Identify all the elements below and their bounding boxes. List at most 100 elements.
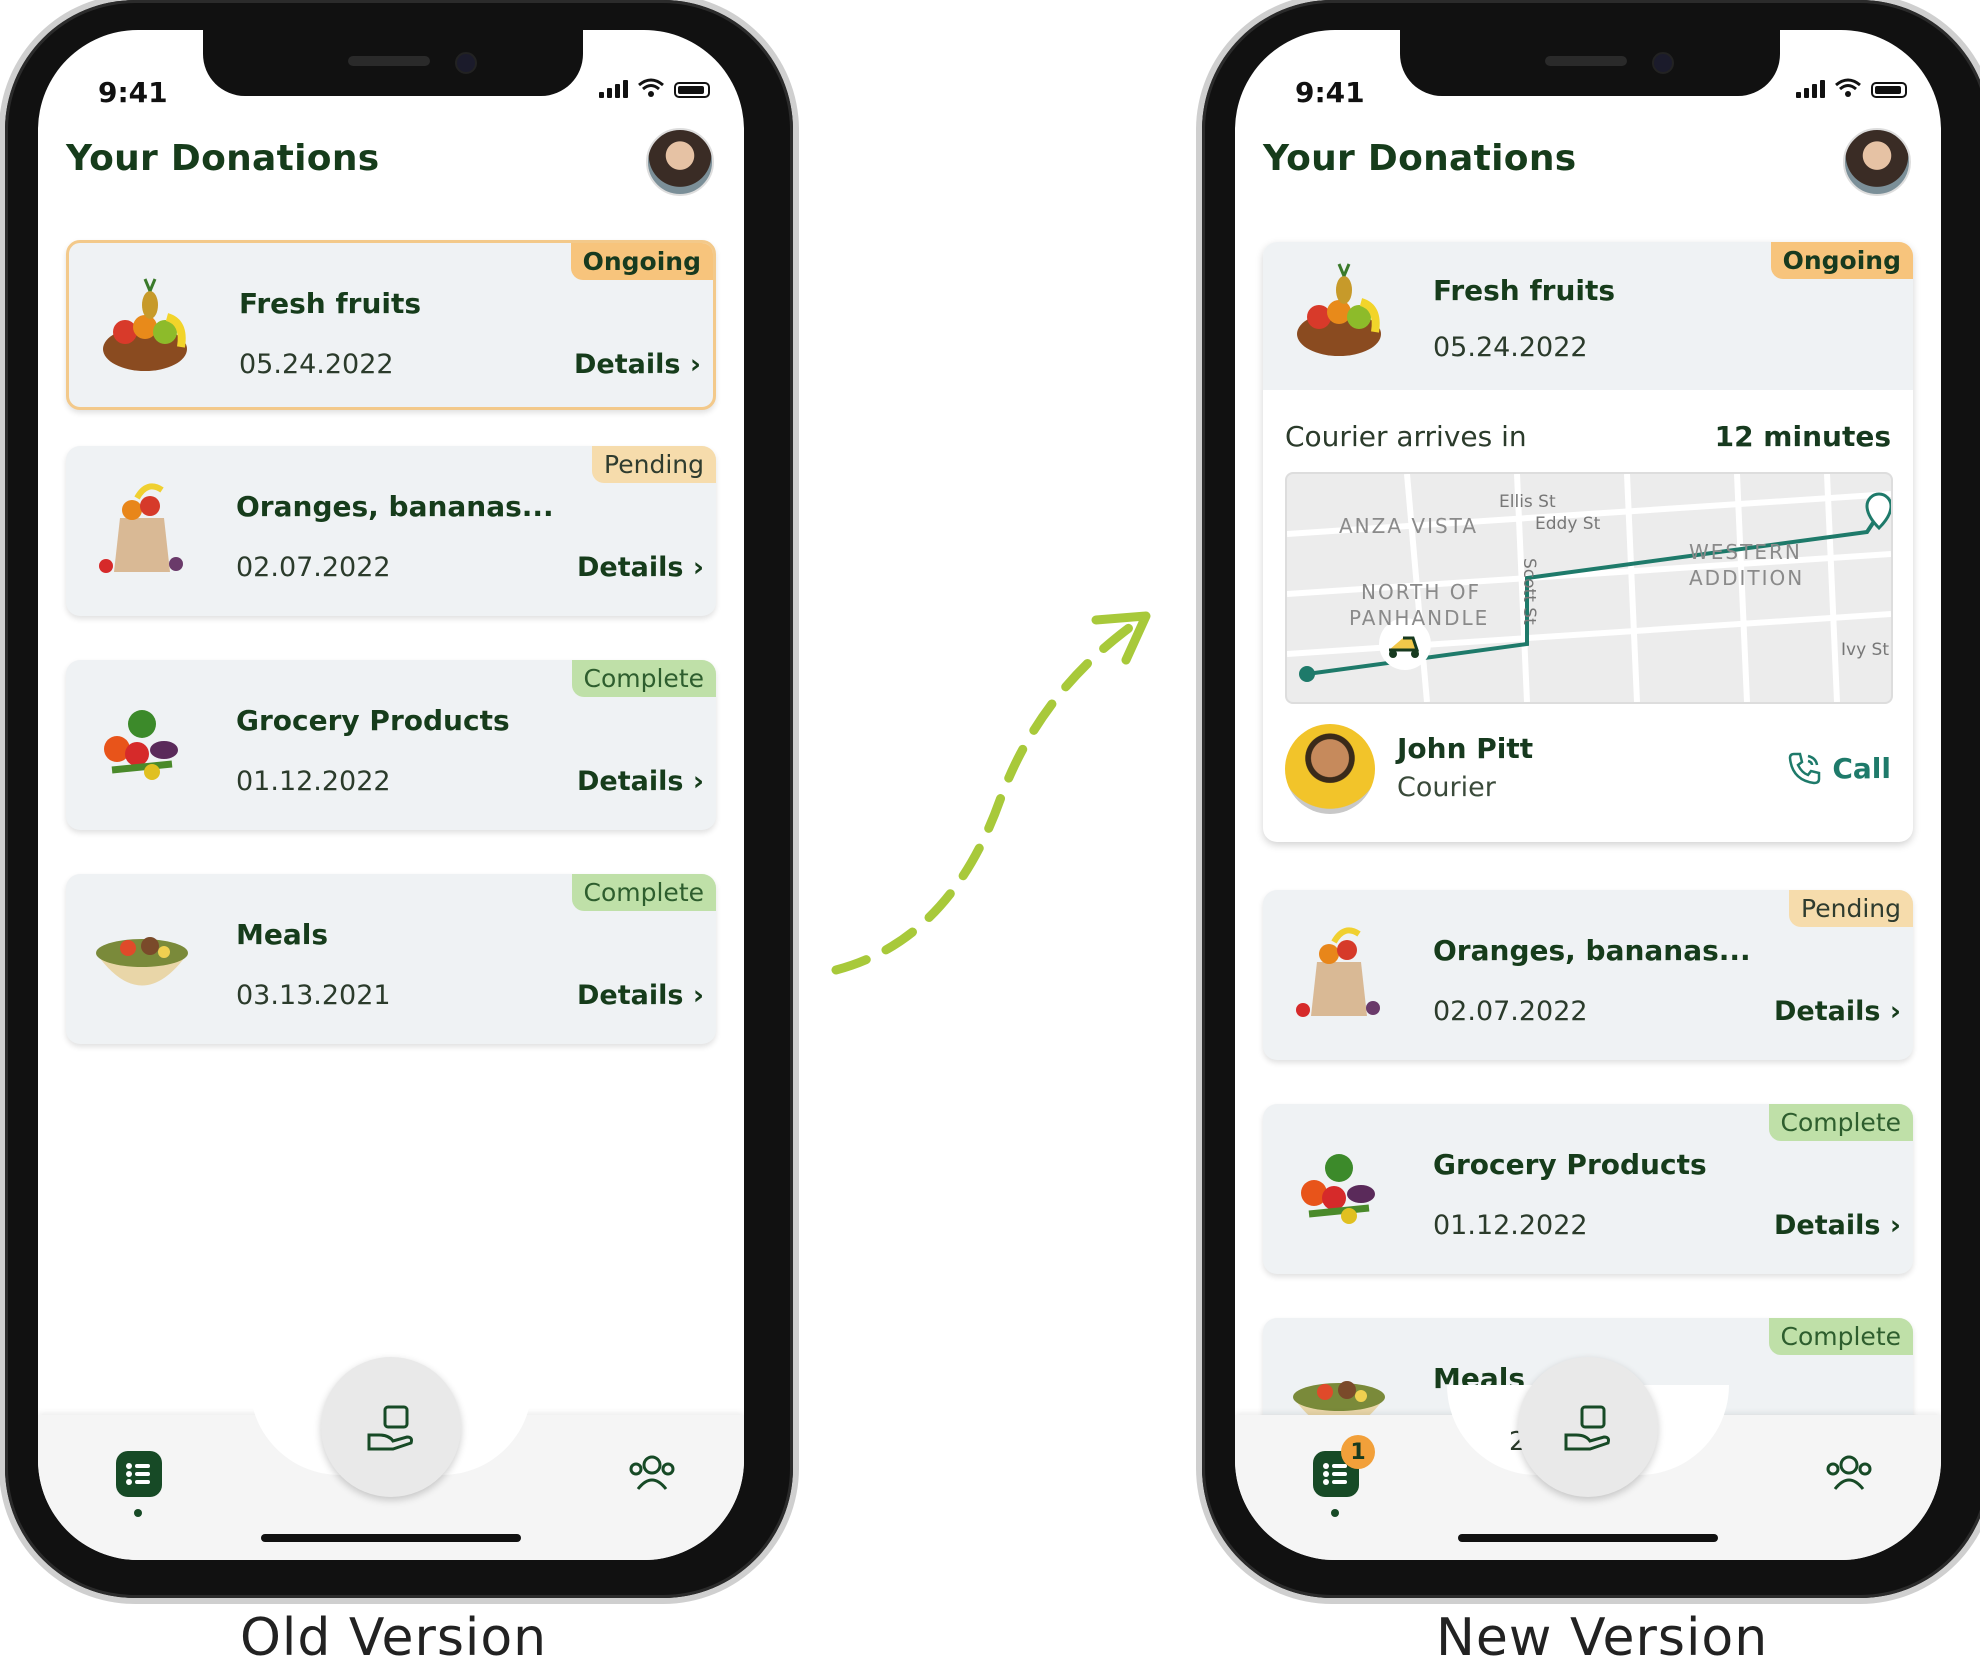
community-icon[interactable]	[626, 1449, 678, 1495]
wifi-icon	[1835, 78, 1861, 97]
status-badge: Complete	[1768, 1104, 1913, 1141]
details-label: Details	[577, 552, 684, 583]
map-label: Ivy St	[1841, 640, 1889, 660]
donate-button[interactable]	[321, 1357, 461, 1497]
details-link[interactable]: Details ›	[1774, 996, 1901, 1027]
transition-arrow	[831, 611, 1151, 975]
fruit-basket-image	[103, 278, 187, 371]
details-link[interactable]: Details ›	[1774, 1210, 1901, 1241]
courier-avatar	[1285, 724, 1375, 814]
screen-new: 9:41 Your Donations Ongoing Fresh fruits…	[1235, 30, 1941, 1560]
card-title: Meals	[236, 918, 329, 951]
card-title: Grocery Products	[236, 704, 510, 737]
map-label: Scott St	[1519, 558, 1539, 625]
details-label: Details	[1774, 1210, 1881, 1241]
chevron-right-icon: ›	[692, 766, 704, 797]
donations-tab[interactable]	[116, 1451, 162, 1517]
donation-card[interactable]: Pending Oranges, bananas... 02.07.2022 D…	[66, 446, 716, 616]
wifi-icon	[638, 78, 664, 97]
active-tab-dot	[134, 1509, 142, 1517]
details-link[interactable]: Details ›	[577, 552, 704, 583]
status-time: 9:41	[1295, 76, 1365, 109]
community-icon[interactable]	[1823, 1449, 1875, 1495]
map-label: PANHANDLE	[1349, 606, 1490, 630]
call-label: Call	[1832, 751, 1891, 785]
courier-role: Courier	[1397, 772, 1496, 803]
map-label: ANZA VISTA	[1339, 514, 1479, 538]
card-title: Fresh fruits	[239, 287, 422, 320]
screen-old: 9:41 Your Donations Ongoing Fresh fruits…	[38, 30, 744, 1560]
details-label: Details	[577, 766, 684, 797]
list-icon	[126, 1463, 150, 1485]
battery-icon	[1871, 82, 1907, 98]
phone-icon	[1789, 752, 1821, 785]
donation-card[interactable]: Ongoing Fresh fruits 05.24.2022 Details …	[66, 240, 716, 410]
card-date: 03.13.2021	[236, 980, 391, 1011]
new-version-label: New Version	[1436, 1608, 1769, 1668]
status-icons	[1796, 78, 1907, 98]
details-label: Details	[577, 980, 684, 1011]
card-date: 01.12.2022	[236, 766, 391, 797]
details-label: Details	[1774, 996, 1881, 1027]
donation-card[interactable]: Complete Grocery Products 01.12.2022 Det…	[1263, 1104, 1913, 1274]
ongoing-donation-card[interactable]: Ongoing Fresh fruits 05.24.2022 Courier …	[1263, 242, 1913, 842]
details-link[interactable]: Details ›	[577, 766, 704, 797]
notification-badge: 1	[1341, 1435, 1375, 1469]
map-label: WESTERN	[1689, 540, 1802, 564]
donate-button[interactable]	[1518, 1357, 1658, 1497]
profile-avatar[interactable]	[1843, 128, 1911, 196]
card-date: 01.12.2022	[1433, 1210, 1588, 1241]
details-label: Details	[574, 349, 681, 380]
call-button[interactable]: Call	[1786, 750, 1891, 786]
chevron-right-icon: ›	[692, 552, 704, 583]
tab-bar: 2 1	[1235, 1357, 1941, 1560]
meal-bowl-image	[96, 937, 188, 986]
courier-arrives-label: Courier arrives in	[1285, 420, 1527, 453]
card-title: Grocery Products	[1433, 1148, 1707, 1181]
eta-value: 12 minutes	[1714, 420, 1891, 453]
card-title: Oranges, bananas...	[1433, 934, 1751, 967]
card-title: Fresh fruits	[1433, 274, 1616, 307]
notch	[1400, 30, 1780, 96]
status-badge: Ongoing	[1770, 242, 1913, 279]
battery-icon	[674, 82, 710, 98]
donation-card[interactable]: Complete Grocery Products 01.12.2022 Det…	[66, 660, 716, 830]
active-tab-dot	[1331, 1509, 1339, 1517]
phone-new: 9:41 Your Donations Ongoing Fresh fruits…	[1202, 0, 1980, 1598]
chevron-right-icon: ›	[689, 349, 701, 380]
status-badge: Pending	[592, 446, 716, 483]
details-link[interactable]: Details ›	[574, 349, 701, 380]
home-indicator	[1458, 1534, 1718, 1542]
vegetables-image	[104, 710, 178, 780]
status-icons	[599, 78, 710, 98]
card-date: 02.07.2022	[1433, 996, 1588, 1027]
page-title: Your Donations	[1263, 138, 1577, 179]
courier-map[interactable]: ANZA VISTA Ellis St Eddy St WESTERN ADDI…	[1285, 472, 1893, 704]
card-date: 02.07.2022	[236, 552, 391, 583]
card-date: 05.24.2022	[1433, 332, 1588, 363]
vegetables-image	[1301, 1154, 1375, 1224]
status-time: 9:41	[98, 76, 168, 109]
details-link[interactable]: Details ›	[577, 980, 704, 1011]
notch	[203, 30, 583, 96]
donation-card[interactable]: Complete Meals 03.13.2021 Details ›	[66, 874, 716, 1044]
signal-icon	[1796, 80, 1825, 98]
home-indicator	[261, 1534, 521, 1542]
donation-card[interactable]: Pending Oranges, bananas... 02.07.2022 D…	[1263, 890, 1913, 1060]
chevron-right-icon: ›	[1889, 996, 1901, 1027]
phone-old: 9:41 Your Donations Ongoing Fresh fruits…	[5, 0, 793, 1598]
courier-name: John Pitt	[1397, 732, 1534, 765]
chevron-right-icon: ›	[692, 980, 704, 1011]
donations-tab[interactable]: 1	[1313, 1435, 1375, 1517]
profile-avatar[interactable]	[646, 128, 714, 196]
status-badge: Ongoing	[570, 243, 713, 280]
status-badge: Complete	[571, 874, 716, 911]
fruit-basket-image	[1297, 263, 1381, 356]
map-label: ADDITION	[1689, 566, 1805, 590]
old-version-label: Old Version	[240, 1608, 548, 1668]
card-date: 05.24.2022	[239, 349, 394, 380]
tab-bar	[38, 1357, 744, 1560]
status-badge: Complete	[571, 660, 716, 697]
status-badge: Complete	[1768, 1318, 1913, 1355]
card-title: Oranges, bananas...	[236, 490, 554, 523]
